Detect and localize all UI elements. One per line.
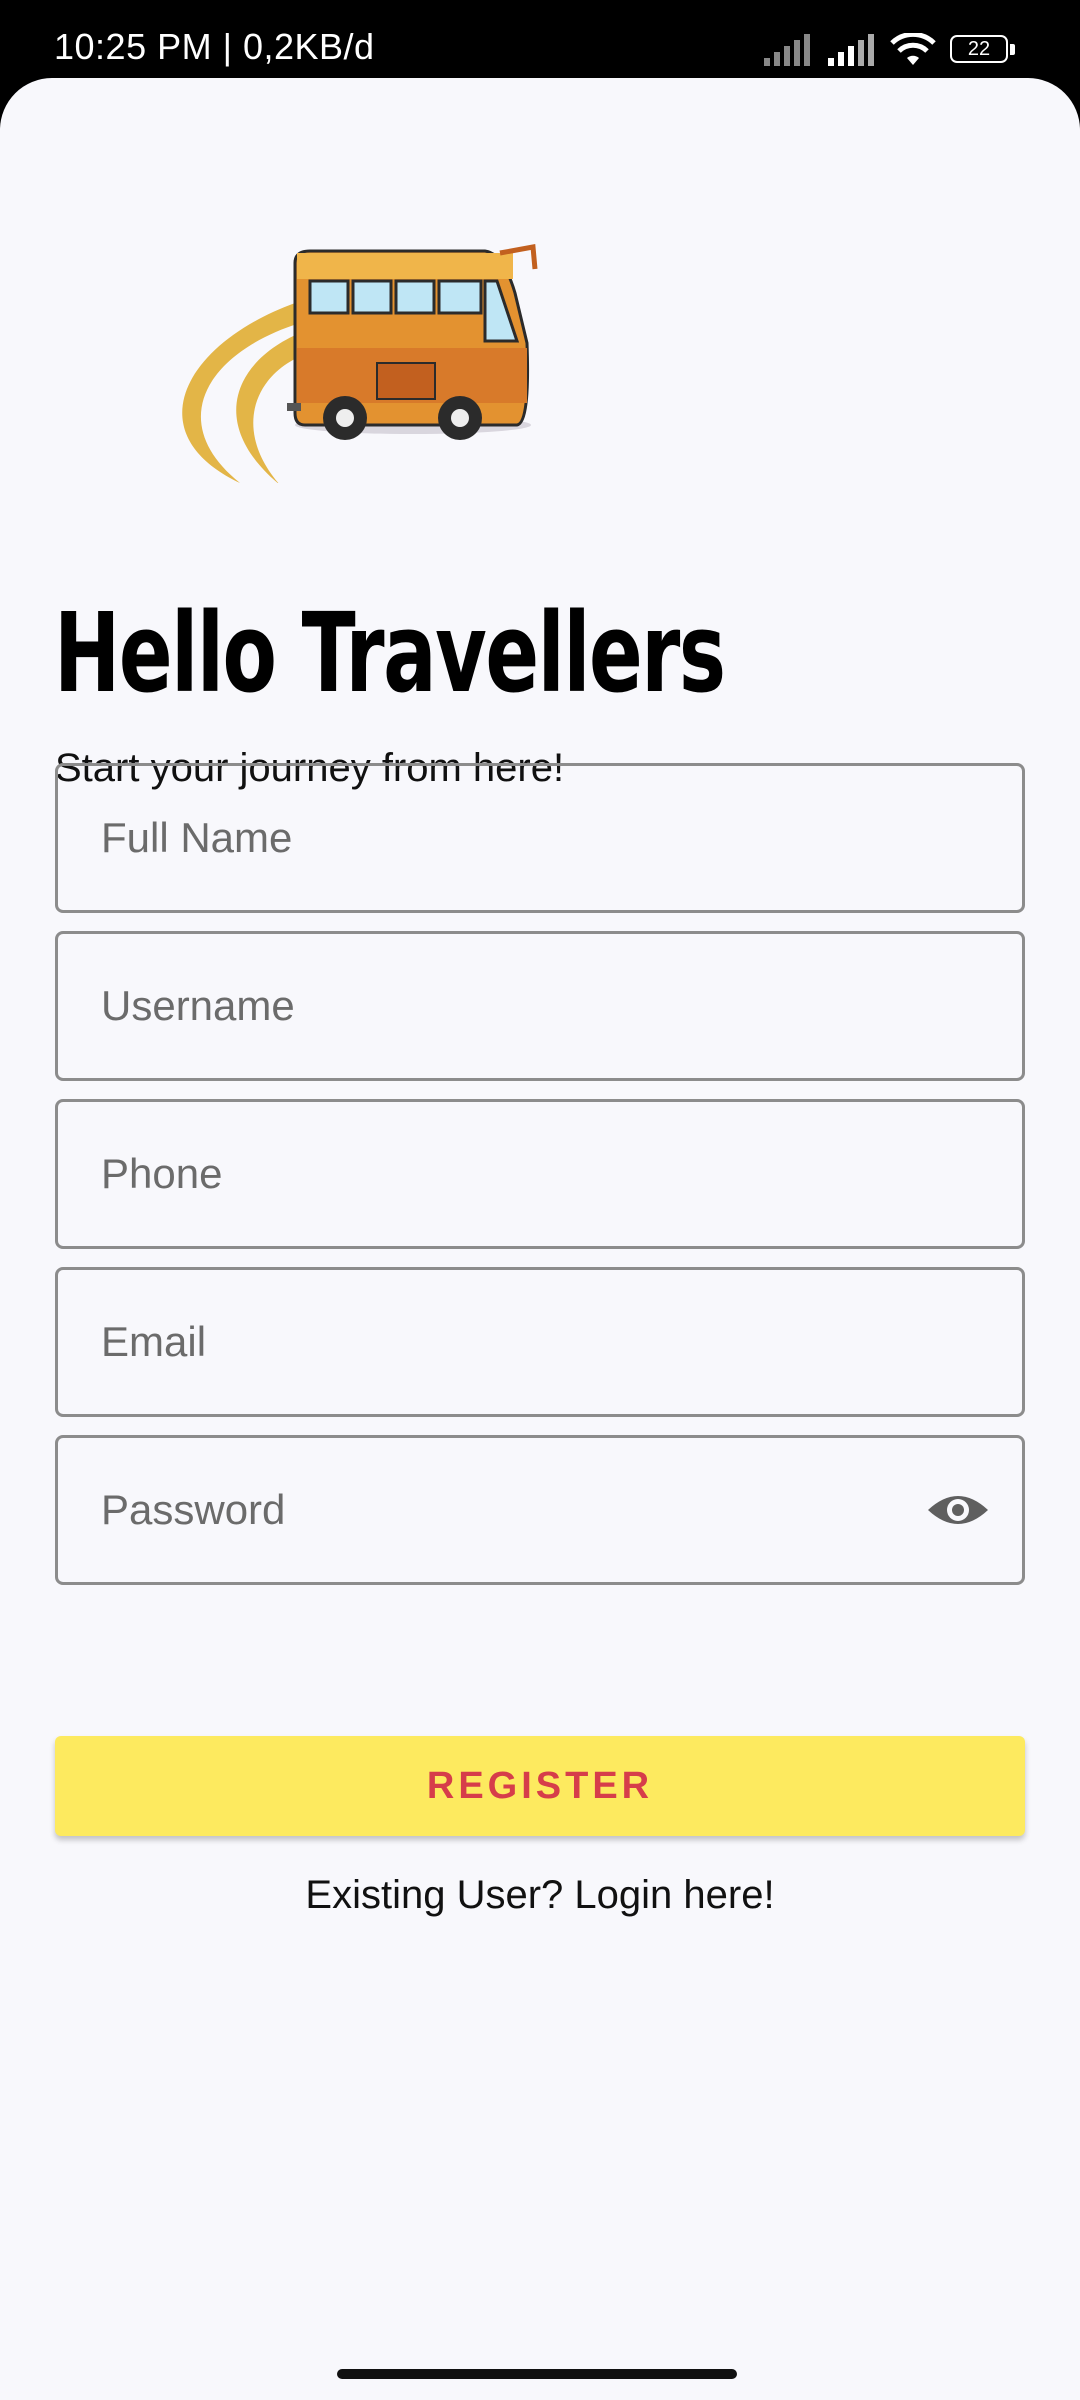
username-placeholder: Username bbox=[101, 982, 295, 1029]
password-field[interactable]: Password bbox=[55, 1435, 1025, 1585]
status-time: 10:25 PM | 0,2KB/d bbox=[54, 26, 375, 67]
username-field[interactable]: Username bbox=[55, 931, 1025, 1081]
email-placeholder: Email bbox=[101, 1318, 207, 1365]
battery-level: 22 bbox=[967, 38, 991, 60]
phone-placeholder: Phone bbox=[101, 1150, 223, 1197]
status-icons: 22 bbox=[762, 28, 1016, 72]
page-title: Hello Travellers bbox=[54, 589, 726, 717]
home-indicator[interactable] bbox=[337, 2369, 737, 2379]
signal-icon bbox=[764, 34, 810, 66]
wifi-icon bbox=[890, 33, 936, 65]
bus-logo bbox=[182, 244, 538, 483]
eye-icon[interactable] bbox=[926, 1488, 990, 1532]
register-button[interactable]: REGISTER bbox=[55, 1736, 1025, 1836]
full-name-field[interactable]: Full Name bbox=[55, 763, 1025, 913]
register-screen: Hello Travellers Start your journey from… bbox=[0, 78, 1080, 2400]
full-name-placeholder: Full Name bbox=[101, 814, 293, 861]
email-field[interactable]: Email bbox=[55, 1267, 1025, 1417]
login-link[interactable]: Existing User? Login here! bbox=[0, 1873, 1080, 1918]
phone-field[interactable]: Phone bbox=[55, 1099, 1025, 1249]
password-placeholder: Password bbox=[101, 1486, 286, 1533]
battery-icon: 22 bbox=[950, 35, 1016, 65]
signal-icon bbox=[828, 34, 874, 66]
